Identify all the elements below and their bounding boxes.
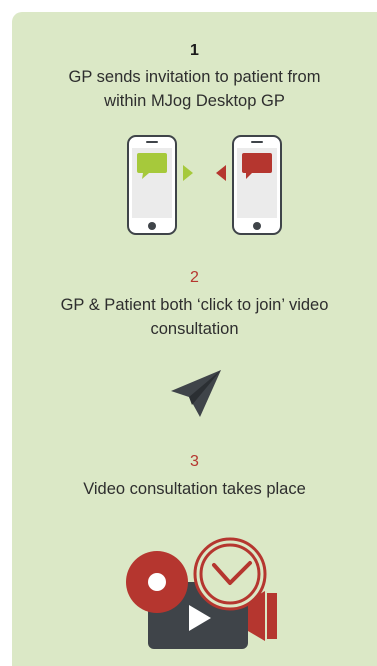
process-panel: 1 GP sends invitation to patient from wi…: [12, 12, 377, 666]
step-2-text-line-1: GP & Patient both ‘click to join’ video: [60, 296, 329, 314]
step-3-number: 3: [190, 453, 199, 470]
step-1-text-line-1: GP sends invitation to patient from: [68, 68, 321, 86]
step-2-text-line-2: consultation: [150, 320, 239, 338]
green-arrow-icon: [183, 165, 193, 181]
step-2-number: 2: [190, 269, 199, 286]
clock-face: [193, 537, 267, 611]
right-phone-icon: [232, 135, 282, 235]
video-camera-clock-icon: [126, 537, 277, 649]
step-1-number: 1: [190, 42, 199, 59]
phones-messaging-icon: [127, 135, 282, 235]
step-3-text-line: Video consultation takes place: [83, 480, 306, 498]
step-1-text-line-2: within MJog Desktop GP: [104, 92, 285, 110]
left-phone-icon: [127, 135, 177, 235]
paper-plane-icon: [171, 370, 221, 417]
red-arrow-icon: [216, 165, 226, 181]
